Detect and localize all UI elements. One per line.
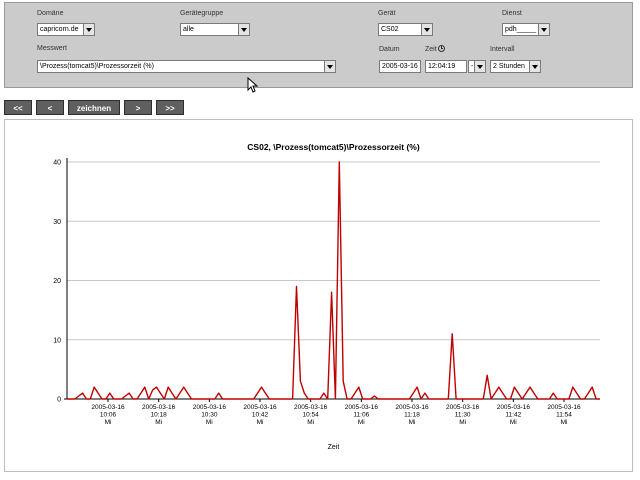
x-tick-label: 11:42	[505, 412, 521, 419]
x-tick-label: Mi	[409, 419, 416, 426]
metric-select[interactable]: \Prozess(tomcat5)\Prozessorzeit (%)	[37, 60, 336, 73]
time-adjust-select[interactable]: -	[468, 60, 486, 73]
x-tick-label: Mi	[105, 419, 112, 426]
x-tick-label: Mi	[358, 419, 365, 426]
device-select[interactable]: CS02	[378, 23, 433, 36]
x-tick-label: 11:18	[404, 412, 420, 419]
y-tick-label: 10	[53, 337, 61, 344]
chevron-down-icon[interactable]	[529, 61, 540, 72]
interval-select[interactable]: 2 Stunden	[490, 60, 541, 73]
service-select-value: pdh_____	[505, 26, 537, 33]
device-select-value: CS02	[381, 26, 399, 33]
draw-button[interactable]: zeichnen	[68, 100, 120, 115]
x-tick-label: 10:18	[151, 412, 168, 419]
chevron-down-icon[interactable]	[238, 24, 249, 35]
x-tick-label: 2005-03-16	[193, 404, 227, 411]
domain-select-value: capricorn.de	[40, 26, 79, 33]
x-tick-label: 2005-03-16	[345, 404, 379, 411]
x-axis-label: Zeit	[328, 444, 340, 451]
service-select[interactable]: pdh_____	[502, 23, 550, 36]
device-group-select-value: alle	[183, 26, 194, 33]
x-tick-label: 2005-03-16	[395, 404, 429, 411]
device-label: Gerät	[378, 10, 396, 17]
x-tick-label: Mi	[459, 419, 466, 426]
domain-select[interactable]: capricorn.de	[37, 23, 95, 36]
mouse-pointer-icon	[247, 77, 259, 93]
x-tick-label: 2005-03-16	[91, 404, 125, 411]
date-input-value: 2005-03-16	[382, 63, 418, 70]
x-tick-label: 11:54	[556, 412, 572, 419]
line-chart: CS02, \Prozess(tomcat5)\Prozessorzeit (%…	[53, 142, 600, 451]
time-input-value: 12:04:19	[428, 63, 456, 70]
x-tick-label: 10:30	[201, 412, 218, 419]
x-tick-label: 10:06	[100, 412, 117, 419]
time-label: Zeit	[425, 46, 437, 53]
x-tick-label: Mi	[561, 419, 568, 426]
date-label: Datum	[379, 46, 400, 53]
x-tick-label: Mi	[155, 419, 162, 426]
x-tick-label: 10:54	[303, 412, 320, 419]
interval-label: Intervall	[490, 46, 515, 53]
time-input[interactable]: 12:04:19	[425, 60, 467, 73]
x-tick-label: 2005-03-16	[142, 404, 176, 411]
clock-icon[interactable]	[438, 45, 445, 52]
device-group-select[interactable]: alle	[180, 23, 250, 36]
x-tick-label: Mi	[257, 419, 264, 426]
chevron-down-icon[interactable]	[324, 61, 335, 72]
x-tick-label: Mi	[307, 419, 314, 426]
x-tick-label: 2005-03-16	[497, 404, 531, 411]
device-group-label: Gerätegruppe	[180, 10, 224, 17]
time-adjust-select-value: -	[471, 63, 474, 70]
domain-label: Domäne	[37, 10, 64, 17]
metric-label: Messwert	[37, 45, 67, 52]
y-tick-label: 30	[53, 219, 61, 226]
x-tick-label: 2005-03-16	[243, 404, 277, 411]
date-input[interactable]: 2005-03-16	[379, 60, 421, 73]
filter-panel: Domäne capricorn.de Gerätegruppe alle Ge…	[4, 2, 633, 88]
y-tick-label: 40	[53, 160, 61, 167]
x-tick-label: 2005-03-16	[446, 404, 480, 411]
y-tick-label: 0	[57, 397, 61, 404]
chevron-down-icon[interactable]	[83, 24, 94, 35]
x-tick-label: 2005-03-16	[547, 404, 581, 411]
x-tick-label: 2005-03-16	[294, 404, 328, 411]
chart-title: CS02, \Prozess(tomcat5)\Prozessorzeit (%…	[247, 142, 420, 152]
x-tick-label: 11:06	[353, 412, 369, 419]
next-button[interactable]: >	[124, 100, 152, 115]
x-tick-label: 10:42	[252, 412, 269, 419]
chevron-down-icon[interactable]	[421, 24, 432, 35]
previous-button[interactable]: <	[36, 100, 64, 115]
chevron-down-icon[interactable]	[538, 24, 549, 35]
interval-select-value: 2 Stunden	[493, 63, 525, 70]
chevron-down-icon[interactable]	[474, 61, 485, 72]
last-page-button[interactable]: >>	[156, 100, 184, 115]
first-page-button[interactable]: <<	[4, 100, 32, 115]
metric-select-value: \Prozess(tomcat5)\Prozessorzeit (%)	[40, 63, 154, 70]
x-tick-label: 11:30	[455, 412, 471, 419]
chart-panel: CS02, \Prozess(tomcat5)\Prozessorzeit (%…	[4, 119, 633, 472]
x-tick-label: Mi	[510, 419, 517, 426]
y-tick-label: 20	[53, 278, 61, 285]
service-label: Dienst	[502, 10, 522, 17]
x-tick-label: Mi	[206, 419, 213, 426]
